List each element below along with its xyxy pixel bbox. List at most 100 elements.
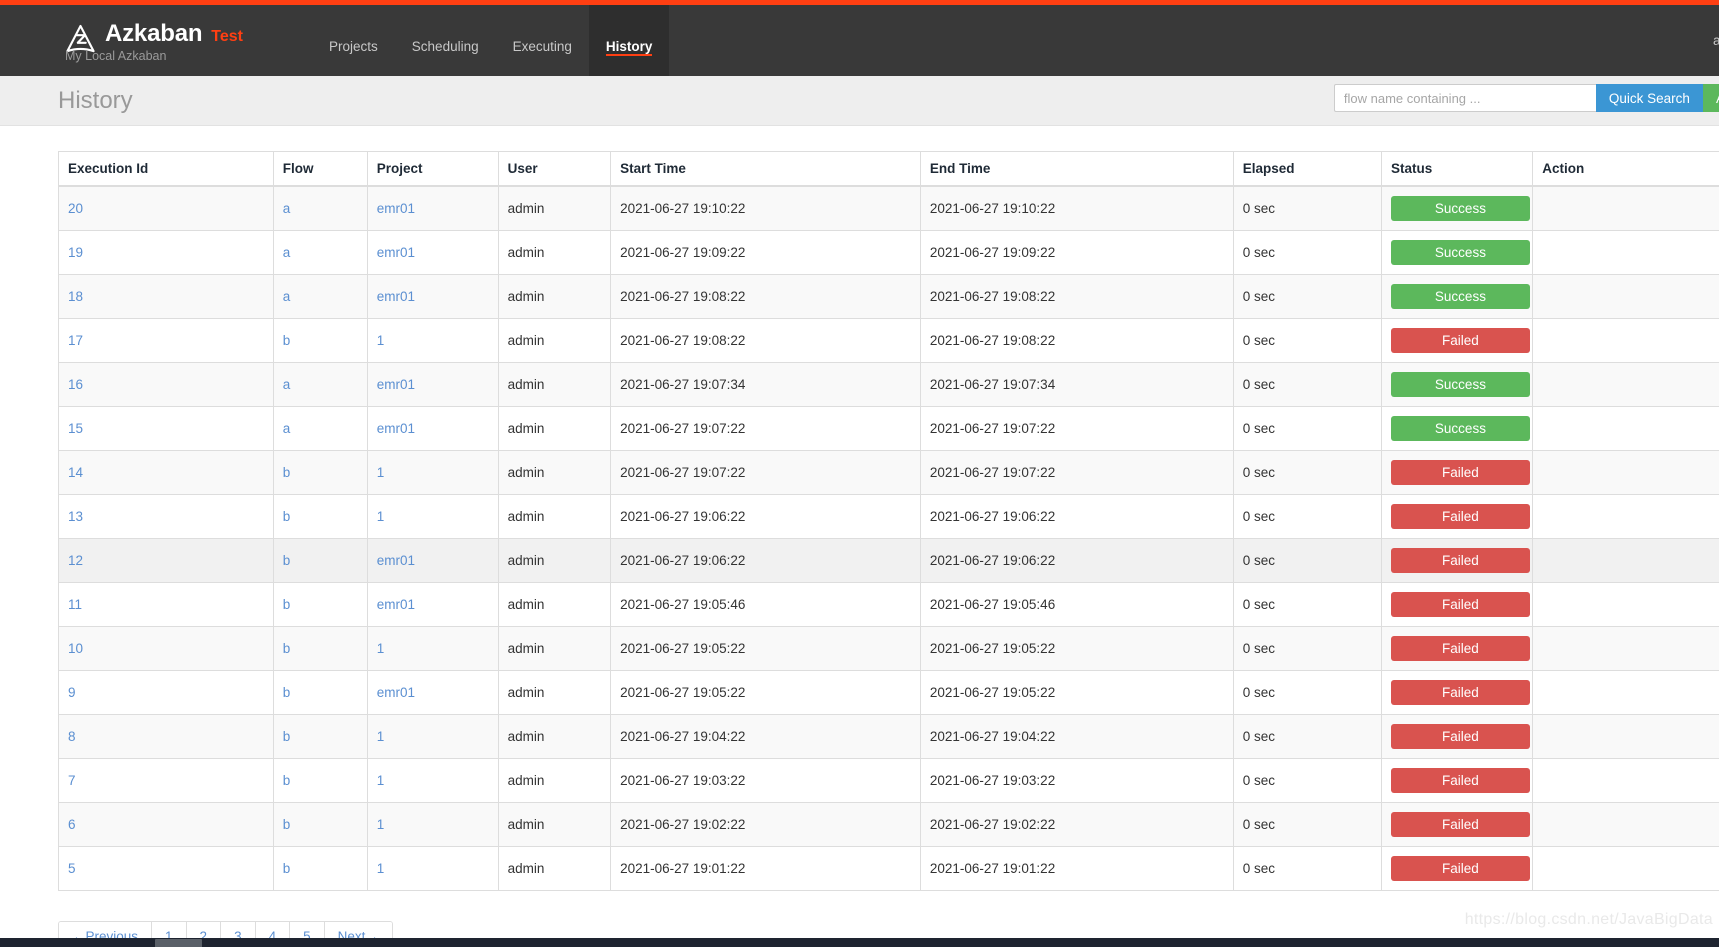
flow-link[interactable]: a (283, 201, 291, 216)
status-badge[interactable]: Success (1390, 196, 1530, 221)
status-badge[interactable]: Failed (1390, 460, 1530, 485)
status-badge[interactable]: Failed (1390, 592, 1530, 617)
project-link[interactable]: 1 (377, 729, 385, 744)
main-navbar: Azkaban Test My Local Azkaban Projects S… (0, 5, 1719, 76)
status-badge[interactable]: Failed (1390, 636, 1530, 661)
nav-item-scheduling[interactable]: Scheduling (395, 5, 496, 76)
status-badge[interactable]: Success (1390, 372, 1530, 397)
quick-search-button[interactable]: Quick Search (1595, 84, 1703, 112)
cell-flow: a (272, 274, 368, 319)
cell-execution-id: 7 (58, 758, 274, 803)
horizontal-scrollbar[interactable] (0, 938, 1719, 947)
advanced-search-button[interactable]: Advanced (1702, 84, 1719, 112)
status-badge[interactable]: Failed (1390, 812, 1530, 837)
status-badge[interactable]: Failed (1390, 768, 1530, 793)
flow-link[interactable]: b (283, 729, 291, 744)
execution-id-link[interactable]: 19 (68, 245, 83, 260)
status-badge[interactable]: Failed (1390, 328, 1530, 353)
status-badge[interactable]: Failed (1390, 548, 1530, 573)
project-link[interactable]: emr01 (377, 201, 415, 216)
nav-user-menu[interactable]: a (1713, 33, 1719, 48)
cell-execution-id: 18 (58, 274, 274, 319)
project-link[interactable]: 1 (377, 773, 385, 788)
project-link[interactable]: 1 (377, 465, 385, 480)
cell-user: admin (497, 362, 612, 407)
execution-id-link[interactable]: 5 (68, 861, 76, 876)
cell-execution-id: 10 (58, 626, 274, 671)
project-link[interactable]: emr01 (377, 289, 415, 304)
cell-start-time: 2021-06-27 19:09:22 (610, 230, 921, 275)
execution-id-link[interactable]: 20 (68, 201, 83, 216)
cell-project: 1 (366, 450, 499, 495)
execution-id-link[interactable]: 14 (68, 465, 83, 480)
project-link[interactable]: emr01 (377, 377, 415, 392)
execution-id-link[interactable]: 18 (68, 289, 83, 304)
status-badge[interactable]: Failed (1390, 680, 1530, 705)
flow-link[interactable]: b (283, 553, 291, 568)
flow-link[interactable]: b (283, 509, 291, 524)
project-link[interactable]: 1 (377, 333, 385, 348)
execution-id-link[interactable]: 13 (68, 509, 83, 524)
cell-flow: b (272, 450, 368, 495)
horizontal-scrollbar-thumb[interactable] (155, 939, 202, 947)
flow-link[interactable]: b (283, 817, 291, 832)
status-badge[interactable]: Success (1390, 416, 1530, 441)
flow-link[interactable]: b (283, 597, 291, 612)
flow-link[interactable]: b (283, 333, 291, 348)
search-input[interactable] (1333, 84, 1596, 112)
table-row: 9 b emr01 admin 2021-06-27 19:05:22 2021-06-2… (58, 670, 1719, 715)
status-badge[interactable]: Failed (1390, 504, 1530, 529)
execution-id-link[interactable]: 8 (68, 729, 76, 744)
status-badge[interactable]: Failed (1390, 856, 1530, 881)
cell-elapsed: 0 sec (1232, 185, 1382, 231)
execution-id-link[interactable]: 17 (68, 333, 83, 348)
execution-id-link[interactable]: 6 (68, 817, 76, 832)
execution-id-link[interactable]: 9 (68, 685, 76, 700)
flow-link[interactable]: b (283, 773, 291, 788)
cell-end-time: 2021-06-27 19:08:22 (919, 274, 1234, 319)
execution-id-link[interactable]: 7 (68, 773, 76, 788)
project-link[interactable]: emr01 (377, 245, 415, 260)
table-row: 14 b 1 admin 2021-06-27 19:07:22 2021-06-27 1… (58, 450, 1719, 495)
execution-id-link[interactable]: 11 (68, 597, 82, 612)
cell-flow: b (272, 494, 368, 539)
nav-item-projects[interactable]: Projects (312, 5, 395, 76)
cell-user: admin (497, 758, 612, 803)
cell-start-time: 2021-06-27 19:05:46 (610, 582, 921, 627)
execution-id-link[interactable]: 12 (68, 553, 83, 568)
flow-link[interactable]: a (283, 377, 291, 392)
cell-execution-id: 13 (58, 494, 274, 539)
project-link[interactable]: emr01 (377, 421, 415, 436)
flow-link[interactable]: b (283, 685, 291, 700)
nav-item-history[interactable]: History (588, 5, 670, 76)
project-link[interactable]: 1 (377, 641, 385, 656)
project-link[interactable]: 1 (377, 817, 385, 832)
status-badge[interactable]: Success (1390, 284, 1530, 309)
status-badge[interactable]: Success (1390, 240, 1530, 265)
project-link[interactable]: emr01 (377, 597, 415, 612)
flow-link[interactable]: a (283, 289, 291, 304)
execution-id-link[interactable]: 15 (68, 421, 83, 436)
flow-link[interactable]: b (283, 465, 291, 480)
cell-flow: b (272, 802, 368, 847)
project-link[interactable]: emr01 (377, 685, 415, 700)
flow-link[interactable]: b (283, 861, 291, 876)
project-link[interactable]: 1 (377, 509, 385, 524)
cell-start-time: 2021-06-27 19:03:22 (610, 758, 921, 803)
cell-status: Failed (1380, 802, 1534, 847)
history-table: Execution Id Flow Project User Start Tim… (58, 151, 1719, 891)
execution-id-link[interactable]: 16 (68, 377, 83, 392)
brand[interactable]: Azkaban Test (0, 5, 243, 76)
nav-item-executing[interactable]: Executing (496, 5, 589, 76)
project-link[interactable]: 1 (377, 861, 385, 876)
flow-link[interactable]: a (283, 245, 291, 260)
brand-subtitle: My Local Azkaban (65, 49, 167, 63)
project-link[interactable]: emr01 (377, 553, 415, 568)
table-row: 12 b emr01 admin 2021-06-27 19:06:22 2021-06-… (58, 538, 1719, 583)
flow-link[interactable]: b (283, 641, 291, 656)
cell-status: Success (1380, 406, 1534, 451)
flow-link[interactable]: a (283, 421, 291, 436)
status-badge[interactable]: Failed (1390, 724, 1530, 749)
table-head: Execution Id Flow Project User Start Tim… (58, 151, 1719, 187)
execution-id-link[interactable]: 10 (68, 641, 83, 656)
